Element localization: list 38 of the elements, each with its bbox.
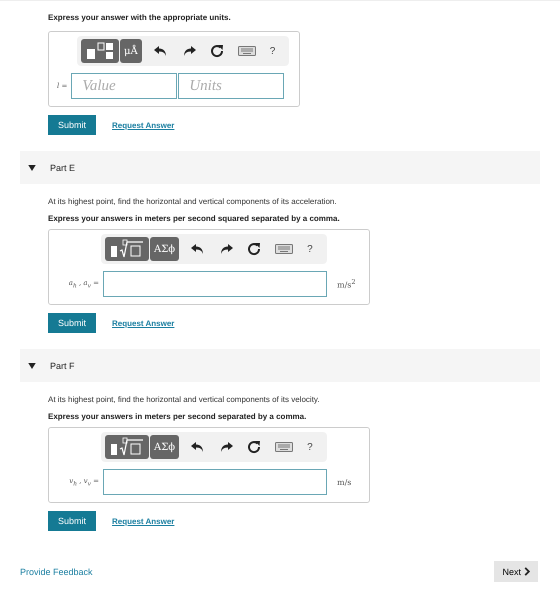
request-answer-link[interactable]: Request Answer bbox=[112, 318, 174, 328]
question-text: At its highest point, find the horizontal and vertical components of its velocity. bbox=[48, 395, 321, 404]
part-header[interactable]: Part F bbox=[20, 349, 540, 382]
chevron-icon bbox=[524, 567, 530, 576]
help-button[interactable]: ? bbox=[305, 442, 315, 452]
units-template-icon[interactable] bbox=[85, 41, 115, 61]
answer-field[interactable]: Value bbox=[71, 73, 178, 99]
keyboard-icon[interactable] bbox=[273, 442, 296, 452]
help-button[interactable]: ? bbox=[305, 244, 315, 254]
part-title: Part F bbox=[50, 360, 75, 370]
symbols-button[interactable]: μÅ bbox=[120, 39, 142, 63]
next-button[interactable]: Next bbox=[494, 561, 538, 582]
instruction-text: Express your answers in meters per second squared separated by a comma. bbox=[48, 214, 341, 223]
caret-icon bbox=[28, 362, 36, 368]
units-label: m/s$^{2}$ bbox=[337, 278, 356, 290]
units-label: m/s bbox=[337, 478, 352, 486]
answer-field[interactable] bbox=[103, 271, 327, 297]
instruction-text: Express your answers in meters per second separated by a comma. bbox=[48, 412, 308, 421]
keyboard-icon[interactable] bbox=[273, 244, 296, 254]
submit-button[interactable]: Submit bbox=[48, 115, 96, 135]
submit-button[interactable]: Submit bbox=[48, 313, 96, 333]
keyboard-icon[interactable] bbox=[236, 46, 258, 56]
request-answer-link[interactable]: Request Answer bbox=[112, 516, 174, 526]
part-header[interactable]: Part E bbox=[20, 151, 540, 184]
answer-field[interactable]: Units bbox=[178, 73, 284, 99]
symbols-button[interactable]: ΑΣϕ bbox=[150, 237, 180, 261]
radical-template-icon[interactable] bbox=[109, 437, 145, 457]
question-text: At its highest point, find the horizontal and vertical components of its acceleration. bbox=[48, 197, 338, 206]
answer-field[interactable] bbox=[103, 469, 327, 495]
help-button[interactable]: ? bbox=[268, 46, 278, 56]
submit-button[interactable]: Submit bbox=[48, 511, 96, 531]
request-answer-link[interactable]: Request Answer bbox=[112, 120, 174, 130]
instruction-text: Express your answer with the appropriate units. bbox=[48, 13, 232, 22]
radical-template-icon[interactable] bbox=[109, 239, 145, 259]
feedback-link[interactable]: Provide Feedback bbox=[20, 566, 93, 576]
part-title: Part E bbox=[50, 162, 76, 172]
symbols-button[interactable]: ΑΣϕ bbox=[150, 435, 180, 459]
caret-icon bbox=[28, 164, 36, 170]
